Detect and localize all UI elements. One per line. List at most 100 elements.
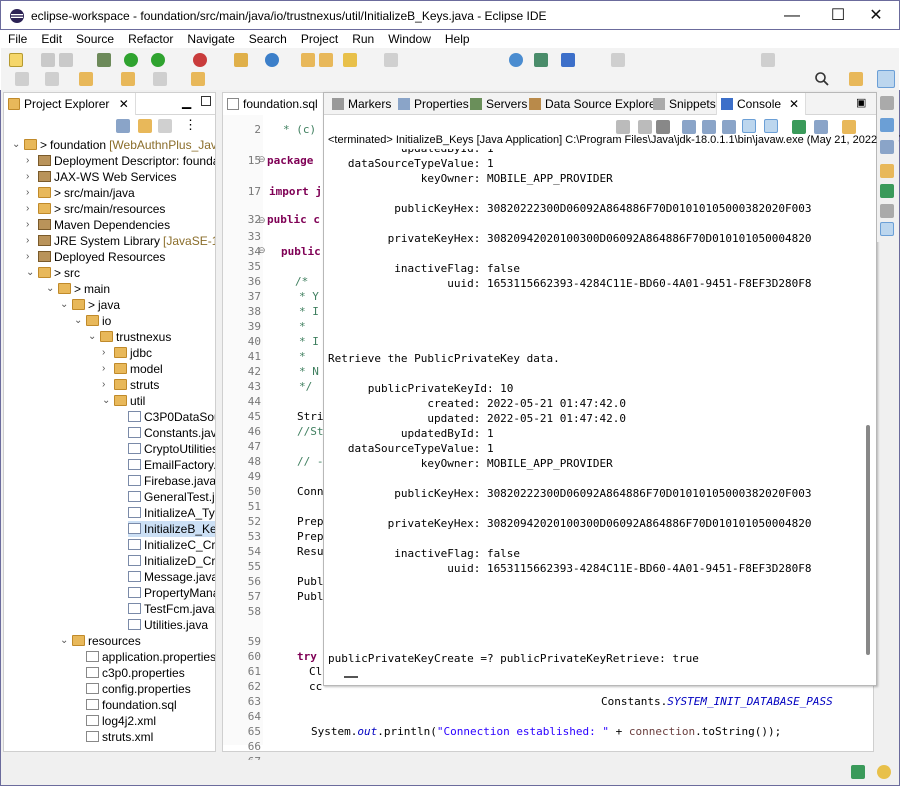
tree-item[interactable]: Message.java — [128, 569, 215, 585]
tree-item[interactable]: ⌄ > main — [46, 281, 110, 297]
tree-item[interactable]: ⌄ io — [74, 313, 111, 329]
step-return-icon[interactable] — [761, 53, 775, 67]
new-class-icon[interactable] — [265, 53, 279, 67]
tree-item[interactable]: config.properties — [86, 681, 191, 697]
tree-item[interactable]: ⌄ resources — [60, 633, 141, 649]
expand-toggle-icon[interactable]: ⌄ — [102, 393, 112, 409]
fold-toggle-icon[interactable]: ⊖ — [258, 245, 266, 256]
expand-toggle-icon[interactable]: › — [102, 377, 112, 393]
console-scrollbar[interactable] — [866, 425, 870, 655]
java-ee-perspective-icon[interactable] — [877, 70, 895, 88]
tree-item[interactable]: › jdbc — [102, 345, 152, 361]
problems-view-icon[interactable] — [880, 204, 894, 218]
expand-toggle-icon[interactable]: › — [26, 249, 36, 265]
tab-markers[interactable]: Markers — [328, 93, 397, 115]
open-console-icon[interactable] — [842, 120, 856, 134]
next-annotation-icon[interactable] — [15, 72, 29, 86]
run-icon[interactable] — [124, 53, 138, 67]
new-icon[interactable] — [9, 53, 23, 67]
tree-item[interactable]: › model — [102, 361, 163, 377]
menu-window[interactable]: Window — [381, 30, 438, 48]
run-last-icon[interactable] — [151, 53, 165, 67]
console-hscroll[interactable] — [344, 676, 358, 678]
expand-toggle-icon[interactable]: › — [26, 201, 36, 217]
tree-item[interactable]: Firebase.java — [128, 473, 215, 489]
tree-item[interactable]: ⌄ util — [102, 393, 145, 409]
last-edit-icon[interactable] — [79, 72, 93, 86]
expand-toggle-icon[interactable]: › — [102, 345, 112, 361]
tree-item[interactable]: C3P0DataSour — [128, 409, 215, 425]
expand-toggle-icon[interactable]: › — [26, 153, 36, 169]
progress-view-icon[interactable] — [880, 184, 894, 198]
close-window-button[interactable]: ✕ — [853, 1, 899, 31]
tab-properties[interactable]: Properties — [394, 93, 475, 115]
tips-icon[interactable] — [877, 765, 891, 779]
properties-view-icon[interactable] — [880, 164, 894, 178]
close-console-icon[interactable]: ✕ — [789, 97, 799, 111]
tree-item[interactable]: foundation.sql — [86, 697, 177, 713]
menu-help[interactable]: Help — [438, 30, 477, 48]
pin-console-icon[interactable] — [792, 120, 806, 134]
pin-icon[interactable] — [384, 53, 398, 67]
tree-item[interactable]: Utilities.java — [128, 617, 208, 633]
tree-item[interactable]: ⌄ > foundation [WebAuthnPlus_Java — [12, 137, 215, 153]
expand-toggle-icon[interactable]: › — [26, 169, 36, 185]
back-icon[interactable] — [121, 72, 135, 86]
debug-icon[interactable] — [97, 53, 111, 67]
tree-item[interactable]: InitializeC_Cre — [128, 537, 215, 553]
tree-item[interactable]: log4j2.xml — [86, 713, 156, 729]
search-tool-icon[interactable] — [343, 53, 357, 67]
save-all-icon[interactable] — [59, 53, 73, 67]
web-browser-icon[interactable] — [509, 53, 523, 67]
word-wrap-icon[interactable] — [722, 120, 736, 134]
expand-toggle-icon[interactable]: › — [26, 233, 36, 249]
tree-item[interactable]: › > src/main/resources — [26, 201, 165, 217]
filter-icon[interactable] — [158, 119, 172, 133]
restore-view-icon[interactable]: ▣ — [856, 96, 866, 109]
expand-toggle-icon[interactable]: ⌄ — [26, 265, 36, 281]
tree-item[interactable]: › > src/main/java — [26, 185, 135, 201]
tab-snippets[interactable]: Snippets — [649, 93, 722, 115]
expand-toggle-icon[interactable]: › — [102, 361, 112, 377]
menu-refactor[interactable]: Refactor — [121, 30, 180, 48]
tree-item[interactable]: PropertyMana — [128, 585, 215, 601]
pin-editor-icon[interactable] — [191, 72, 205, 86]
tab-foundation-sql[interactable]: foundation.sql — [223, 93, 325, 115]
tab-console[interactable]: Console ✕ — [716, 93, 807, 115]
tree-item[interactable]: InitializeD_Cre — [128, 553, 215, 569]
expand-toggle-icon[interactable]: ⌄ — [46, 281, 56, 297]
tree-item[interactable]: › Deployed Resources — [26, 249, 165, 265]
fold-toggle-icon[interactable]: ⊖ — [258, 215, 266, 226]
collapse-all-icon[interactable] — [116, 119, 130, 133]
expand-toggle-icon[interactable]: ⌄ — [60, 297, 70, 313]
menu-edit[interactable]: Edit — [34, 30, 69, 48]
tree-item[interactable]: ⌄ trustnexus — [88, 329, 171, 345]
tree-item[interactable]: struts.xml — [86, 729, 153, 745]
maximize-view-icon[interactable] — [201, 96, 211, 106]
expand-toggle-icon[interactable]: ⌄ — [12, 137, 22, 153]
network-status-icon[interactable] — [851, 765, 865, 779]
tab-servers[interactable]: Servers — [466, 93, 533, 115]
tab-data-source-explorer[interactable]: Data Source Explorer — [525, 93, 666, 115]
tree-item[interactable]: › JAX-WS Web Services — [26, 169, 176, 185]
menu-search[interactable]: Search — [242, 30, 294, 48]
menu-run[interactable]: Run — [345, 30, 381, 48]
expand-toggle-icon[interactable]: ⌄ — [60, 633, 70, 649]
display-console-icon[interactable] — [814, 120, 828, 134]
tab-project-explorer[interactable]: Project Explorer ✕ — [4, 93, 136, 115]
console-trim-icon[interactable] — [880, 222, 894, 236]
tree-item[interactable]: GeneralTest.jav — [128, 489, 215, 505]
close-tab-icon[interactable]: ✕ — [119, 97, 129, 111]
expand-toggle-icon[interactable]: › — [26, 217, 36, 233]
expand-toggle-icon[interactable]: › — [26, 185, 36, 201]
tree-item[interactable]: Constants.java — [128, 425, 215, 441]
open-type-icon[interactable] — [301, 53, 315, 67]
save-icon[interactable] — [41, 53, 55, 67]
remove-launch-icon[interactable] — [638, 120, 652, 134]
show-stdout-icon[interactable] — [742, 119, 756, 133]
console-tool-icon[interactable] — [561, 53, 575, 67]
tree-item[interactable]: › struts — [102, 377, 159, 393]
console-output[interactable]: updatedById: 1 dataSourceTypeValue: 1 ke… — [328, 149, 862, 669]
tree-item[interactable]: › Deployment Descriptor: foundat — [26, 153, 215, 169]
tree-item[interactable]: c3p0.properties — [86, 665, 185, 681]
